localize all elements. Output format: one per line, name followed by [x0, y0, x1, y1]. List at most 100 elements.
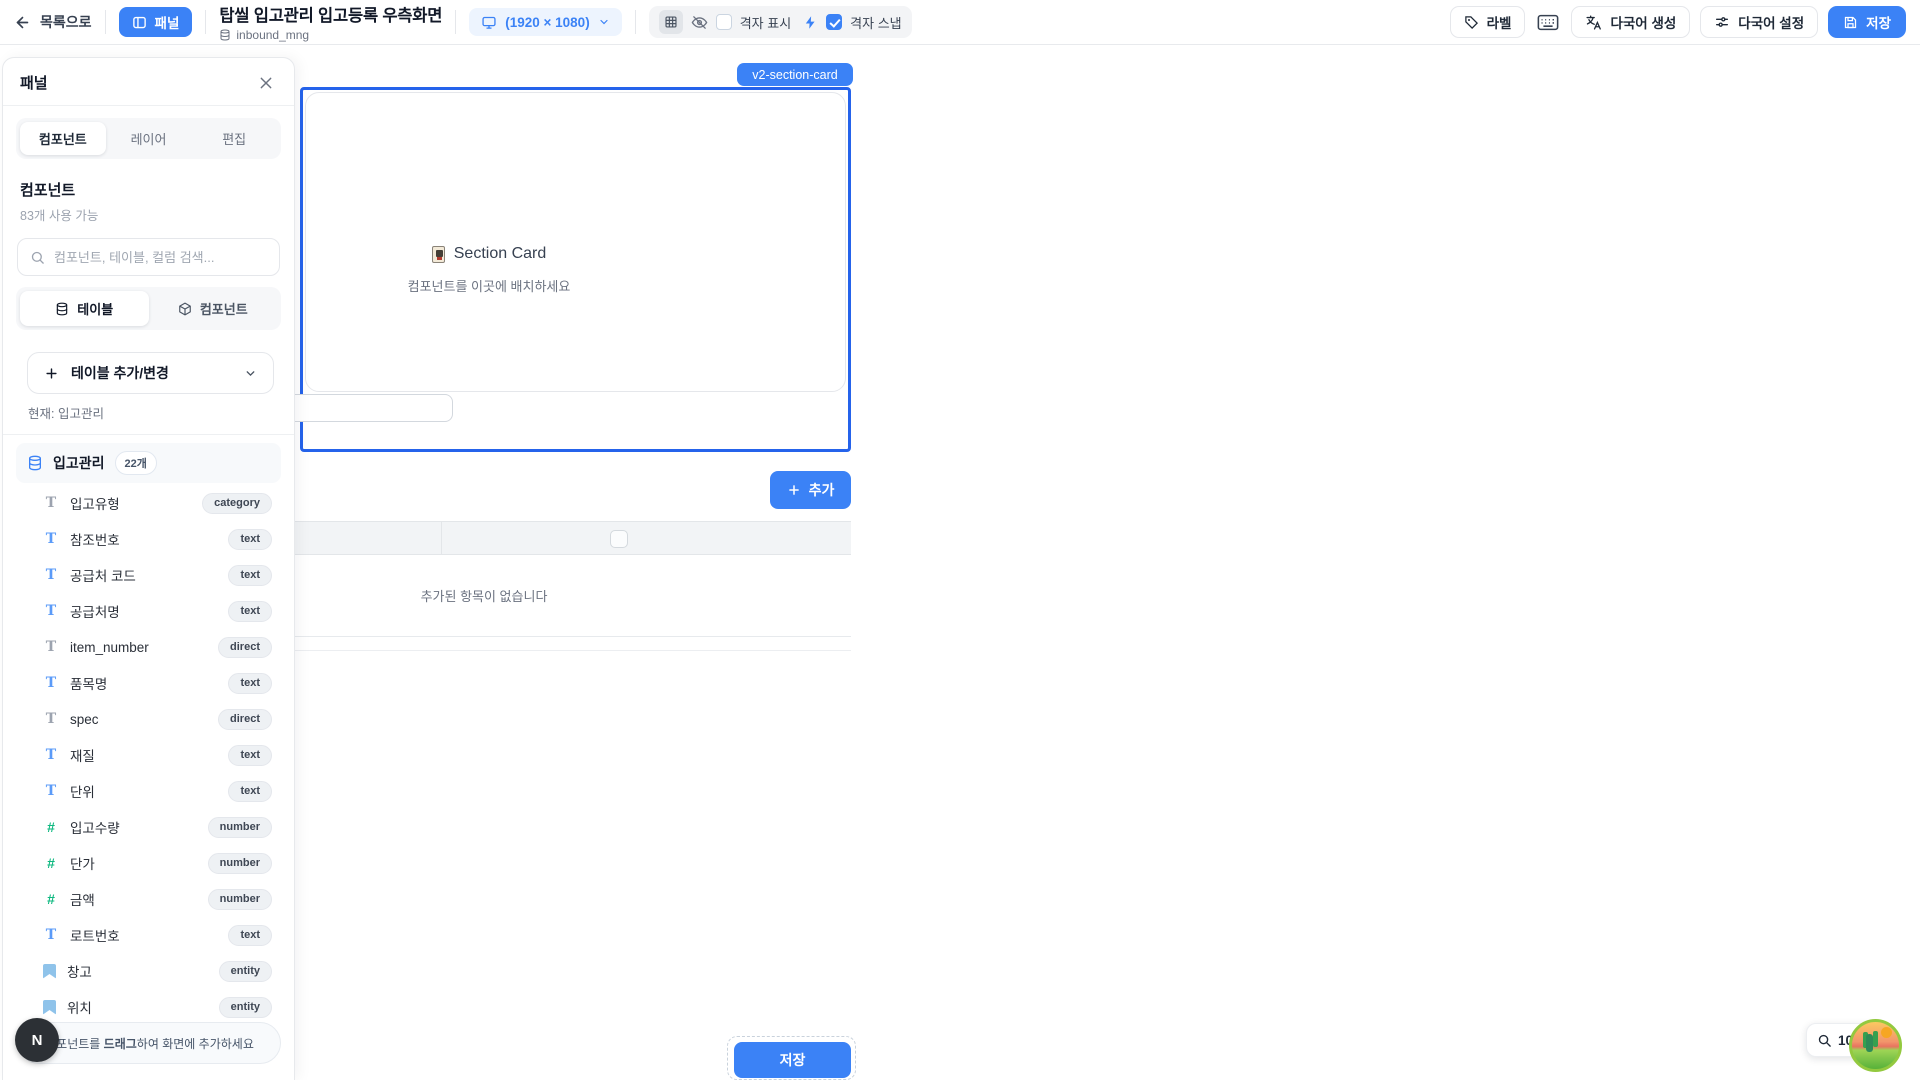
- floppy-disk-icon: [1843, 15, 1858, 30]
- plus-icon: [44, 366, 59, 381]
- canvas-save-button[interactable]: 저장: [734, 1042, 851, 1078]
- box-icon: [178, 302, 192, 316]
- field-type-icon: T: [43, 495, 59, 511]
- field-row[interactable]: 창고 entity: [3, 953, 294, 989]
- keyboard-shortcuts-icon[interactable]: [1535, 14, 1561, 31]
- field-name: 공급처명: [70, 601, 217, 621]
- section-card-dropzone[interactable]: Section Card 컴포넌트를 이곳에 배치하세요: [305, 92, 846, 392]
- field-row[interactable]: T item_number direct: [3, 629, 294, 665]
- plus-icon: [787, 483, 801, 497]
- lightning-icon: [803, 15, 818, 30]
- close-icon[interactable]: [256, 73, 276, 93]
- field-type-icon: #: [43, 855, 59, 871]
- tab-tables[interactable]: 테이블: [20, 291, 149, 326]
- field-row[interactable]: T spec direct: [3, 701, 294, 737]
- field-name: 입고수량: [70, 817, 197, 837]
- field-row[interactable]: # 금액 number: [3, 881, 294, 917]
- field-name: item_number: [70, 640, 207, 655]
- island-avatar-icon[interactable]: [1849, 1019, 1902, 1072]
- field-name: spec: [70, 712, 207, 727]
- divider: [635, 10, 636, 34]
- table-name: 입고관리: [53, 453, 105, 473]
- field-name: 단위: [70, 781, 217, 801]
- field-row[interactable]: T 재질 text: [3, 737, 294, 773]
- field-name: 재질: [70, 745, 217, 765]
- label-button[interactable]: 라벨: [1450, 6, 1526, 38]
- table-group-header[interactable]: 입고관리 22개: [16, 443, 281, 483]
- current-table-label: 현재: 입고관리: [28, 403, 294, 422]
- field-row[interactable]: T 단위 text: [3, 773, 294, 809]
- search-input[interactable]: [54, 250, 267, 265]
- field-type-icon: T: [43, 639, 59, 655]
- field-type-badge: text: [228, 565, 272, 586]
- top-toolbar: 목록으로 패널 탑씰 입고관리 입고등록 우측화면 inbound_mng (1: [0, 0, 1920, 45]
- monitor-icon: [481, 15, 497, 30]
- divider: [3, 434, 294, 435]
- field-name: 품목명: [70, 673, 217, 693]
- field-row[interactable]: # 입고수량 number: [3, 809, 294, 845]
- field-name: 단가: [70, 853, 197, 873]
- field-type-badge: text: [228, 781, 272, 802]
- search-icon: [30, 250, 45, 265]
- section-card-hint: 컴포넌트를 이곳에 배치하세요: [329, 276, 649, 295]
- section-card-title: Section Card: [454, 245, 547, 263]
- source-mode-tabs: 테이블 컴포넌트: [16, 287, 281, 330]
- back-arrow-icon: [14, 14, 31, 31]
- screen-size-selector[interactable]: (1920 × 1080): [469, 8, 621, 36]
- field-type-badge: text: [228, 745, 272, 766]
- i18n-generate-button[interactable]: 다국어 생성: [1571, 6, 1690, 38]
- grid-show-checkbox[interactable]: [716, 14, 732, 30]
- database-icon: [27, 455, 43, 471]
- grid-icon[interactable]: [659, 10, 683, 34]
- field-type-icon: T: [43, 675, 59, 691]
- panel-toggle-button[interactable]: 패널: [119, 7, 193, 37]
- field-type-badge: text: [228, 601, 272, 622]
- field-type-badge: entity: [219, 961, 272, 982]
- chevron-down-icon: [244, 367, 257, 380]
- field-row[interactable]: T 공급처명 text: [3, 593, 294, 629]
- field-name: 금액: [70, 889, 197, 909]
- chevron-down-icon: [598, 16, 610, 28]
- tab-components[interactable]: 컴포넌트: [20, 122, 106, 155]
- field-type-badge: category: [202, 493, 272, 514]
- add-change-table-button[interactable]: 테이블 추가/변경: [27, 352, 274, 394]
- field-type-badge: direct: [218, 709, 272, 730]
- select-all-checkbox[interactable]: [610, 530, 628, 548]
- field-name: 창고: [67, 961, 208, 981]
- field-type-icon: T: [43, 747, 59, 763]
- available-count: 83개 사용 가능: [20, 205, 277, 224]
- field-row[interactable]: # 단가 number: [3, 845, 294, 881]
- field-type-badge: direct: [218, 637, 272, 658]
- i18n-settings-button[interactable]: 다국어 설정: [1700, 6, 1818, 38]
- tab-edit[interactable]: 편집: [191, 122, 277, 155]
- field-count-badge: 22개: [115, 451, 157, 475]
- field-type-icon: T: [43, 927, 59, 943]
- tab-layers[interactable]: 레이어: [106, 122, 192, 155]
- save-button[interactable]: 저장: [1828, 6, 1906, 38]
- components-section-title: 컴포넌트: [20, 179, 277, 200]
- field-row[interactable]: T 로트번호 text: [3, 917, 294, 953]
- tab-components-source[interactable]: 컴포넌트: [149, 291, 278, 326]
- field-row[interactable]: T 품목명 text: [3, 665, 294, 701]
- field-type-badge: text: [228, 925, 272, 946]
- grid-options-group: 격자 표시 격자 스냅: [649, 6, 912, 38]
- n-floating-badge[interactable]: N: [15, 1018, 59, 1062]
- grid-snap-label: 격자 스냅: [850, 13, 901, 32]
- add-row-button[interactable]: 추가: [770, 471, 851, 509]
- field-type-icon: T: [43, 783, 59, 799]
- divider: [3, 105, 294, 106]
- field-row[interactable]: T 참조번호 text: [3, 521, 294, 557]
- field-type-icon: T: [43, 567, 59, 583]
- field-row[interactable]: T 입고유형 category: [3, 485, 294, 521]
- back-to-list-button[interactable]: 목록으로: [14, 12, 92, 32]
- component-panel: 패널 컴포넌트 레이어 편집 컴포넌트 83개 사용 가능 테이블 컴포넌: [2, 57, 295, 1080]
- page-title: 탑씰 입고관리 입고등록 우측화면: [219, 2, 442, 26]
- eye-off-icon[interactable]: [691, 14, 708, 31]
- panel-tab-bar: 컴포넌트 레이어 편집: [16, 118, 281, 159]
- field-list: T 입고유형 category T 참조번호 text T 공급처 코드 tex…: [3, 485, 294, 1061]
- grid-snap-checkbox[interactable]: [826, 14, 842, 30]
- sliders-icon: [1714, 14, 1730, 30]
- field-row[interactable]: T 공급처 코드 text: [3, 557, 294, 593]
- field-type-icon: #: [43, 891, 59, 907]
- field-type-badge: number: [208, 853, 272, 874]
